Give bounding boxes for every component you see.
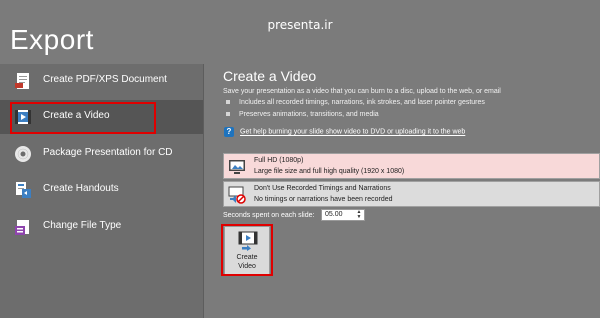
- seconds-label: Seconds spent on each slide:: [223, 212, 315, 219]
- bullet-text: Includes all recorded timings, narration…: [239, 99, 485, 106]
- no-timings-icon: [228, 186, 246, 204]
- timing-subtitle: No timings or narrations have been recor…: [254, 196, 393, 203]
- nav-item-label: Create Handouts: [43, 183, 119, 194]
- bullet-item: Preserves animations, transitions, and m…: [226, 111, 379, 118]
- nav-item-label: Create PDF/XPS Document: [43, 74, 167, 85]
- page-title: Export: [10, 24, 94, 55]
- timing-title: Don't Use Recorded Timings and Narration…: [254, 185, 391, 192]
- highlight-create-video-button: [221, 224, 273, 276]
- seconds-spinner[interactable]: 05.00 ▲ ▼: [321, 209, 365, 221]
- bullet-marker: [226, 112, 230, 117]
- nav-item-label: Package Presentation for CD: [43, 147, 173, 158]
- quality-title: Full HD (1080p): [254, 157, 304, 164]
- nav-item-create-pdf[interactable]: Create PDF/XPS Document: [0, 64, 203, 98]
- video-quality-dropdown[interactable]: Full HD (1080p) Large file size and full…: [223, 153, 600, 179]
- highlight-create-video: [10, 102, 156, 134]
- bullet-marker: [226, 100, 230, 105]
- quality-subtitle: Large file size and full high quality (1…: [254, 168, 405, 175]
- panel-title: Create a Video: [223, 68, 317, 84]
- spinner-arrows-icon[interactable]: ▲ ▼: [355, 210, 363, 220]
- nav-item-label: Change File Type: [43, 220, 122, 231]
- timings-dropdown[interactable]: Don't Use Recorded Timings and Narration…: [223, 181, 600, 207]
- panel-description: Save your presentation as a video that y…: [223, 88, 501, 95]
- help-icon: ?: [224, 127, 234, 137]
- bullet-text: Preserves animations, transitions, and m…: [239, 111, 379, 118]
- nav-item-change-file-type[interactable]: Change File Type: [0, 210, 203, 244]
- nav-item-create-handouts[interactable]: Create Handouts: [0, 173, 203, 207]
- help-link-row: ? Get help burning your slide show video …: [224, 127, 465, 137]
- nav-item-package-cd[interactable]: Package Presentation for CD: [0, 137, 203, 171]
- file-type-icon: [15, 220, 29, 235]
- cd-icon: [15, 146, 31, 162]
- monitor-icon: [229, 160, 245, 174]
- pdf-document-icon: [15, 73, 29, 89]
- handouts-icon: [16, 182, 31, 198]
- help-link[interactable]: Get help burning your slide show video t…: [240, 129, 465, 136]
- create-video-panel: Create a Video Save your presentation as…: [204, 64, 600, 318]
- seconds-value: 05.00: [325, 211, 343, 218]
- bullet-item: Includes all recorded timings, narration…: [226, 99, 485, 106]
